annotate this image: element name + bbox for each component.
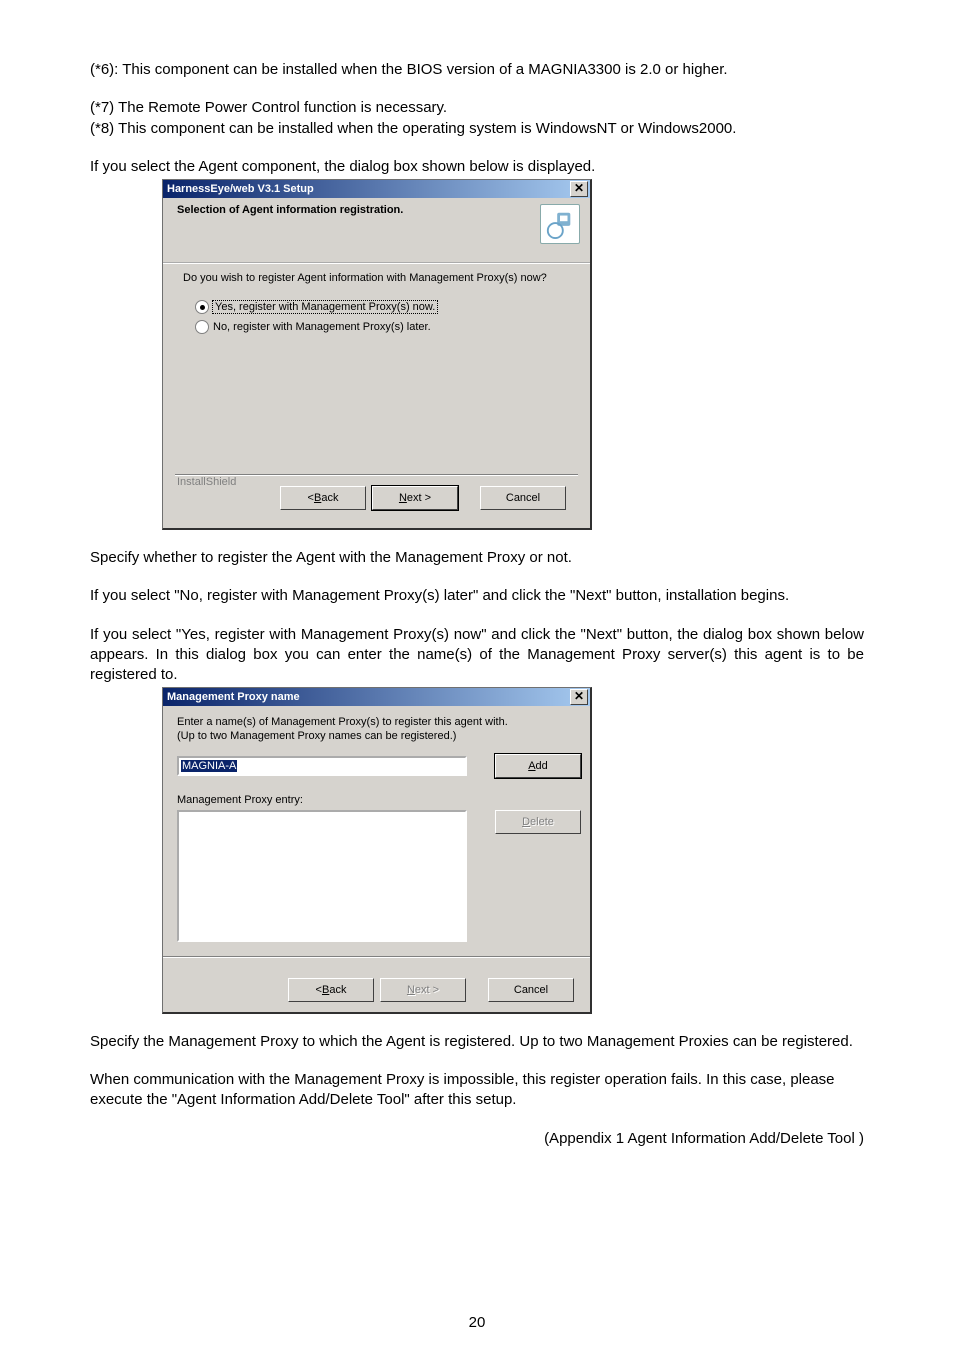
dialog-title: HarnessEye/web V3.1 Setup: [167, 183, 314, 195]
close-button[interactable]: ✕: [570, 689, 588, 705]
appendix-reference: (Appendix 1 Agent Information Add/Delete…: [90, 1129, 864, 1149]
cancel-button[interactable]: Cancel: [480, 486, 566, 510]
setup-icon: [540, 204, 580, 244]
back-button[interactable]: < Back: [280, 486, 366, 510]
input-value: MAGNIA-A: [181, 760, 237, 772]
radio-label: Yes, register with Management Proxy(s) n…: [213, 301, 437, 313]
installshield-legend: InstallShield: [175, 476, 238, 488]
next-button[interactable]: Next >: [372, 486, 458, 510]
agent-registration-dialog: HarnessEye/web V3.1 Setup ✕ Selection of…: [162, 179, 592, 530]
close-icon: ✕: [574, 181, 584, 195]
paragraph: (*7) The Remote Power Control function i…: [90, 98, 864, 118]
proxy-entry-label: Management Proxy entry:: [177, 794, 576, 806]
add-button[interactable]: Add: [495, 754, 581, 778]
paragraph: (*8) This component can be installed whe…: [90, 119, 864, 139]
dialog-title: Management Proxy name: [167, 691, 300, 703]
page-number: 20: [0, 1314, 954, 1331]
cancel-button[interactable]: Cancel: [488, 978, 574, 1002]
radio-register-later[interactable]: No, register with Management Proxy(s) la…: [195, 320, 570, 334]
paragraph: Specify the Management Proxy to which th…: [90, 1032, 864, 1052]
dialog-prompt: Do you wish to register Agent informatio…: [183, 272, 570, 284]
radio-icon: [195, 300, 209, 314]
radio-label: No, register with Management Proxy(s) la…: [213, 321, 431, 333]
close-icon: ✕: [574, 689, 584, 703]
instruction-line1: Enter a name(s) of Management Proxy(s) t…: [177, 716, 576, 730]
close-button[interactable]: ✕: [570, 181, 588, 197]
paragraph: (*6): This component can be installed wh…: [90, 60, 864, 80]
delete-button[interactable]: Delete: [495, 810, 581, 834]
proxy-entry-listbox[interactable]: [177, 810, 467, 942]
next-button[interactable]: Next >: [380, 978, 466, 1002]
management-proxy-name-dialog: Management Proxy name ✕ Enter a name(s) …: [162, 687, 592, 1014]
paragraph: If you select the Agent component, the d…: [90, 157, 864, 177]
titlebar: Management Proxy name ✕: [163, 688, 590, 706]
back-button[interactable]: < Back: [288, 978, 374, 1002]
paragraph: When communication with the Management P…: [90, 1070, 864, 1111]
dialog-subtitle: Selection of Agent information registrat…: [177, 204, 403, 216]
instruction-line2: (Up to two Management Proxy names can be…: [177, 730, 576, 744]
titlebar: HarnessEye/web V3.1 Setup ✕: [163, 180, 590, 198]
paragraph: Specify whether to register the Agent wi…: [90, 548, 864, 568]
radio-icon: [195, 320, 209, 334]
radio-register-now[interactable]: Yes, register with Management Proxy(s) n…: [195, 300, 570, 314]
proxy-name-input[interactable]: MAGNIA-A: [177, 756, 467, 776]
paragraph: If you select "Yes, register with Manage…: [90, 625, 864, 686]
paragraph: If you select "No, register with Managem…: [90, 586, 864, 606]
